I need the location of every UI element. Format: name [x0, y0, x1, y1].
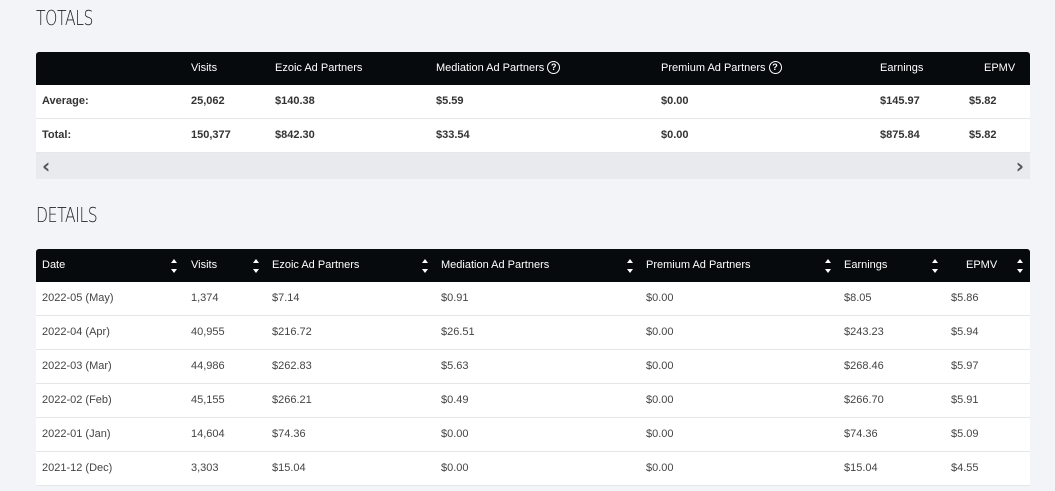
sort-icon[interactable] — [627, 258, 633, 274]
col-visits[interactable]: Visits — [191, 249, 217, 282]
help-icon[interactable]: ? — [768, 60, 782, 74]
sort-icon[interactable] — [253, 258, 259, 274]
cell-visits: 1,374 — [191, 292, 219, 304]
col-date[interactable]: Date — [42, 249, 65, 282]
sort-icon[interactable] — [1017, 258, 1023, 274]
scroll-left-icon[interactable]: ‹ — [42, 153, 50, 179]
cell-date: 2022-02 (Feb) — [42, 394, 112, 406]
cell-ezoic: $262.83 — [272, 360, 312, 372]
cell-mediation: $0.91 — [441, 292, 469, 304]
row-label: Average: — [42, 95, 89, 107]
cell-premium: $0.00 — [661, 129, 689, 141]
totals-col-mediation-label: Mediation Ad Partners — [436, 62, 545, 74]
cell-epmv: $5.86 — [951, 292, 979, 304]
cell-premium: $0.00 — [646, 428, 674, 440]
cell-mediation: $0.00 — [441, 428, 469, 440]
totals-col-visits: Visits — [191, 62, 218, 74]
totals-table: Visits Ezoic Ad Partners Mediation Ad Pa… — [36, 52, 1030, 179]
cell-date: 2022-01 (Jan) — [42, 428, 111, 440]
cell-epmv: $5.97 — [951, 360, 979, 372]
cell-premium: $0.00 — [646, 462, 674, 474]
cell-earnings: $8.05 — [844, 292, 872, 304]
table-row: 2022-01 (Jan) 14,604 $74.36 $0.00 $0.00 $74.3… — [36, 418, 1030, 452]
cell-date: 2021-12 (Dec) — [42, 462, 113, 474]
cell-mediation: $5.63 — [441, 360, 469, 372]
row-label: Total: — [42, 129, 72, 141]
cell-date: 2022-03 (Mar) — [42, 360, 112, 372]
col-earnings[interactable]: Earnings — [844, 249, 887, 282]
table-row: Average: 25,062 $140.38 $5.59 $0.00 $145… — [36, 85, 1030, 119]
cell-ezoic: $216.72 — [272, 326, 312, 338]
cell-mediation: $0.49 — [441, 394, 469, 406]
cell-mediation: $5.59 — [436, 95, 464, 107]
cell-mediation: $33.54 — [436, 129, 470, 141]
cell-epmv: $5.09 — [951, 428, 979, 440]
col-mediation[interactable]: Mediation Ad Partners — [441, 249, 549, 282]
cell-earnings: $266.70 — [844, 394, 884, 406]
cell-epmv: $5.82 — [969, 95, 997, 107]
sort-icon[interactable] — [171, 258, 177, 274]
totals-title: TOTALS — [36, 6, 94, 30]
totals-col-epmv: EPMV — [984, 62, 1016, 74]
table-row: Total: 150,377 $842.30 $33.54 $0.00 $875… — [36, 119, 1030, 153]
cell-visits: 44,986 — [191, 360, 225, 372]
scroll-right-icon[interactable]: › — [1016, 153, 1024, 179]
col-ezoic[interactable]: Ezoic Ad Partners — [272, 249, 359, 282]
cell-earnings: $145.97 — [880, 95, 920, 107]
table-row: 2021-12 (Dec) 3,303 $15.04 $0.00 $0.00 $15.04… — [36, 452, 1030, 486]
cell-visits: 150,377 — [191, 129, 231, 141]
details-title: DETAILS — [36, 203, 98, 227]
cell-visits: 3,303 — [191, 462, 219, 474]
cell-ezoic: $7.14 — [272, 292, 300, 304]
horizontal-scrollbar[interactable]: ‹ › — [36, 153, 1030, 179]
cell-ezoic: $140.38 — [275, 95, 315, 107]
table-row: 2022-04 (Apr) 40,955 $216.72 $26.51 $0.00 $24… — [36, 316, 1030, 350]
details-header-row: Date Visits Ezoic Ad Partners Mediation … — [36, 249, 1030, 282]
cell-epmv: $5.82 — [969, 129, 997, 141]
col-epmv[interactable]: EPMV — [966, 249, 997, 282]
totals-col-premium-label: Premium Ad Partners — [661, 62, 766, 74]
cell-epmv: $4.55 — [951, 462, 979, 474]
totals-header-row: Visits Ezoic Ad Partners Mediation Ad Pa… — [36, 52, 1030, 85]
cell-earnings: $268.46 — [844, 360, 884, 372]
totals-col-ezoic: Ezoic Ad Partners — [275, 62, 363, 74]
details-body: 2022-05 (May) 1,374 $7.14 $0.91 $0.00 $8.05 $5… — [36, 282, 1030, 486]
cell-ezoic: $15.04 — [272, 462, 306, 474]
totals-col-mediation: Mediation Ad Partners? — [436, 52, 561, 85]
cell-premium: $0.00 — [646, 360, 674, 372]
details-table: Date Visits Ezoic Ad Partners Mediation … — [36, 249, 1030, 486]
cell-date: 2022-05 (May) — [42, 292, 114, 304]
cell-ezoic: $842.30 — [275, 129, 315, 141]
cell-epmv: $5.91 — [951, 394, 979, 406]
col-premium[interactable]: Premium Ad Partners — [646, 249, 751, 282]
sort-icon[interactable] — [932, 258, 938, 274]
cell-earnings: $243.23 — [844, 326, 884, 338]
table-row: 2022-02 (Feb) 45,155 $266.21 $0.49 $0.00 $266… — [36, 384, 1030, 418]
sort-icon[interactable] — [422, 258, 428, 274]
cell-premium: $0.00 — [646, 326, 674, 338]
cell-date: 2022-04 (Apr) — [42, 326, 110, 338]
cell-premium: $0.00 — [646, 292, 674, 304]
totals-col-earnings: Earnings — [880, 62, 924, 74]
cell-visits: 14,604 — [191, 428, 225, 440]
cell-mediation: $0.00 — [441, 462, 469, 474]
table-row: 2022-03 (Mar) 44,986 $262.83 $5.63 $0.00 $268… — [36, 350, 1030, 384]
totals-col-premium: Premium Ad Partners? — [661, 52, 782, 85]
cell-premium: $0.00 — [646, 394, 674, 406]
cell-ezoic: $74.36 — [272, 428, 306, 440]
table-row: 2022-05 (May) 1,374 $7.14 $0.91 $0.00 $8.05 $5… — [36, 282, 1030, 316]
cell-earnings: $875.84 — [880, 129, 920, 141]
cell-ezoic: $266.21 — [272, 394, 312, 406]
help-icon[interactable]: ? — [547, 60, 561, 74]
cell-epmv: $5.94 — [951, 326, 979, 338]
cell-visits: 45,155 — [191, 394, 225, 406]
cell-earnings: $74.36 — [844, 428, 878, 440]
sort-icon[interactable] — [825, 258, 831, 274]
cell-visits: 40,955 — [191, 326, 225, 338]
cell-mediation: $26.51 — [441, 326, 475, 338]
cell-premium: $0.00 — [661, 95, 689, 107]
cell-earnings: $15.04 — [844, 462, 878, 474]
cell-visits: 25,062 — [191, 95, 225, 107]
